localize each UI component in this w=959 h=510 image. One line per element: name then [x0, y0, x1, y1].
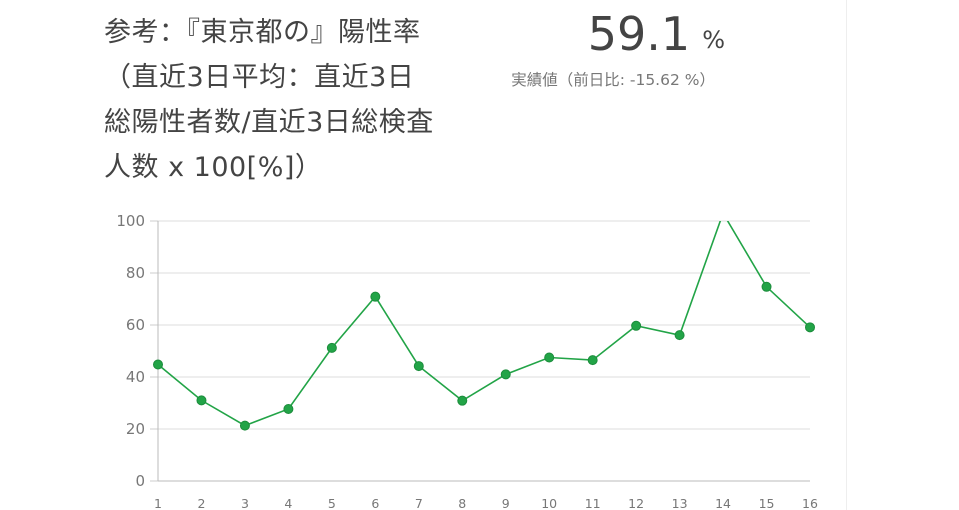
data-point — [805, 322, 815, 333]
x-tick-label: 9 — [502, 496, 510, 510]
data-point — [196, 395, 207, 406]
x-tick-label: 14 — [715, 496, 731, 510]
y-tick-label: 40 — [126, 368, 145, 386]
data-point — [326, 342, 337, 353]
data-point — [153, 359, 163, 370]
data-point — [413, 361, 424, 372]
data-point — [457, 395, 468, 406]
right-panel — [846, 0, 959, 510]
x-tick-label: 15 — [759, 496, 775, 510]
y-tick-label: 80 — [126, 264, 145, 282]
x-tick-label: 2 — [197, 496, 205, 510]
x-tick-label: 1 — [154, 496, 162, 510]
x-tick-label: 13 — [672, 496, 688, 510]
data-point — [370, 291, 381, 302]
x-tick-label: 16 — [802, 496, 818, 510]
data-point — [674, 330, 685, 341]
x-tick-label: 12 — [628, 496, 644, 510]
line-chart: 0204060801001 2 3 4 5 6 7 8 9 10 11 12 13 14 15 16 — [116, 209, 818, 510]
chart-card: 参考：『東京都の』陽性率 （直近3日平均：直近3日 総陽性者数/直近3日総検査 … — [0, 0, 845, 510]
x-tick-label: 3 — [241, 496, 249, 510]
x-tick-label: 8 — [458, 496, 466, 510]
data-point — [544, 352, 555, 363]
data-point — [587, 355, 598, 366]
series-line — [157, 221, 811, 427]
y-tick-label: 60 — [126, 316, 145, 334]
series-group — [153, 209, 815, 431]
x-tick-label: 10 — [541, 496, 557, 510]
y-tick-label: 20 — [126, 420, 145, 438]
x-tick-label: 7 — [415, 496, 423, 510]
data-point — [631, 320, 642, 331]
x-tick-label: 4 — [284, 496, 292, 510]
x-tick-label: 5 — [328, 496, 336, 510]
x-tick-label: 11 — [585, 496, 601, 510]
data-point — [283, 403, 294, 414]
data-point — [719, 209, 728, 218]
data-point — [239, 420, 250, 431]
data-point — [761, 281, 772, 292]
y-tick-label: 0 — [135, 472, 145, 490]
y-tick-label: 100 — [116, 212, 145, 230]
data-point — [500, 369, 511, 380]
x-tick-label: 6 — [371, 496, 379, 510]
